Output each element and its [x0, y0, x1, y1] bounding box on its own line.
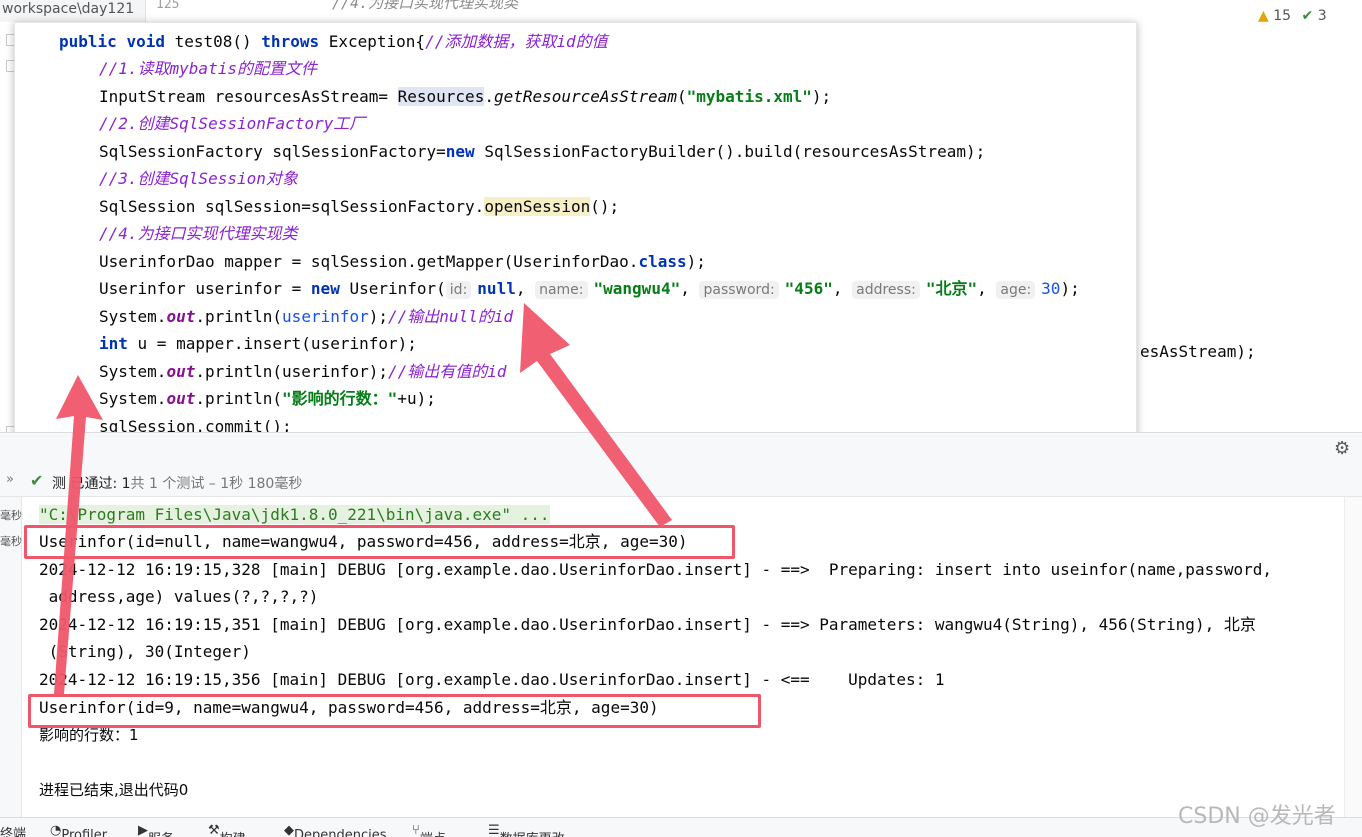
background-code-fragment: esAsStream); [1140, 342, 1256, 361]
duration-label: 毫秒 [0, 535, 22, 548]
tool-tab-profiler[interactable]: ◔ Profiler [50, 823, 107, 837]
console-scrollbar[interactable] [1344, 497, 1362, 817]
warning-count: 15 [1273, 8, 1292, 24]
check-icon: ✔ [1301, 8, 1314, 24]
inspection-widget[interactable]: ▲ 15 ✔ 3 [1258, 8, 1327, 24]
code-line: //4.为接口实现代理实现类 [99, 224, 298, 243]
console-line: 2024-12-12 16:19:15,328 [main] DEBUG [or… [39, 560, 1272, 579]
code-line: InputStream resourcesAsStream= Resources… [99, 87, 832, 106]
code-preview-popup: public void test08() throws Exception{//… [14, 22, 1137, 470]
code-line: public void test08() throws Exception{//… [59, 32, 608, 51]
param-hint: name: [535, 281, 588, 299]
check-icon: ✔ [30, 471, 44, 490]
param-hint: password: [699, 281, 779, 299]
console-line: 2024-12-12 16:19:15,351 [main] DEBUG [or… [39, 615, 1256, 634]
divider [0, 432, 1362, 433]
code-line: System.out.println("影响的行数："+u); [99, 389, 436, 408]
code-line: SqlSessionFactory sqlSessionFactory=new … [99, 142, 986, 161]
project-path-label: workspace\day121 [0, 0, 146, 22]
expand-icon[interactable]: » [6, 472, 14, 487]
code-line: //3.创建SqlSession对象 [99, 169, 298, 188]
test-tree-pane: 毫秒 毫秒 [0, 497, 22, 817]
annotation-box [24, 525, 735, 559]
watermark: CSDN @发光者 [1178, 804, 1336, 829]
annotation-box [28, 694, 761, 728]
tool-tab-terminal[interactable]: 终端 [0, 823, 26, 837]
code-line: SqlSession sqlSession=sqlSessionFactory.… [99, 197, 620, 216]
warning-icon: ▲ [1258, 8, 1269, 24]
tool-tab-dependencies[interactable]: ◆ Dependencies [284, 823, 387, 837]
passed-label: 已通过: [70, 476, 122, 492]
code-line: Userinfor userinfor = new Userinfor(id: n… [99, 279, 1080, 299]
gear-icon[interactable]: ⚙ [1334, 438, 1350, 459]
tool-tab-database-changes[interactable]: ☰ 数据库更改 [488, 823, 565, 837]
console-line: 2024-12-12 16:19:15,356 [main] DEBUG [or… [39, 670, 945, 689]
tool-tab-services[interactable]: ▶ 服务 [138, 823, 174, 837]
code-line: //1.读取mybatis的配置文件 [99, 59, 317, 78]
check-count: 3 [1317, 8, 1327, 24]
code-line: int u = mapper.insert(userinfor); [99, 334, 417, 353]
console-line: 进程已结束,退出代码0 [39, 781, 189, 799]
passed-count: 1 [121, 476, 131, 492]
test-prefix: 测 [52, 476, 66, 492]
param-hint: address: [852, 281, 920, 299]
run-tool-header [0, 433, 1362, 467]
code-line: System.out.println(userinfor);//输出null的i… [99, 307, 514, 326]
tool-tab-build[interactable]: ⚒ 构建 [208, 823, 246, 837]
test-status-bar: » ✔ 测 已通过: 1共 1 个测试 – 1秒 180毫秒 [0, 467, 1362, 497]
param-hint: age: [996, 281, 1036, 299]
duration-label: 毫秒 [0, 509, 22, 522]
code-line: System.out.println(userinfor);//输出有值的id [99, 362, 507, 381]
tool-window-bar: 终端 ◔ Profiler ▶ 服务 ⚒ 构建 ◆ Dependencies ⑂… [0, 817, 1362, 837]
param-hint: id: [445, 281, 472, 299]
test-summary: 共 1 个测试 – 1秒 180毫秒 [130, 476, 303, 492]
console-line: (String), 30(Integer) [39, 642, 251, 661]
console-line: "C:\Program Files\Java\jdk1.8.0_221\bin\… [39, 505, 550, 524]
line-number: 125 [156, 0, 180, 12]
code-line: //2.创建SqlSessionFactory工厂 [99, 114, 366, 133]
tool-tab-endpoints[interactable]: ⑂ 端点 [412, 823, 446, 837]
background-code-comment: //4.为接口实现代理实现类 [332, 0, 519, 12]
console-line: address,age) values(?,?,?,?) [39, 587, 319, 606]
code-line: UserinforDao mapper = sqlSession.getMapp… [99, 252, 706, 271]
